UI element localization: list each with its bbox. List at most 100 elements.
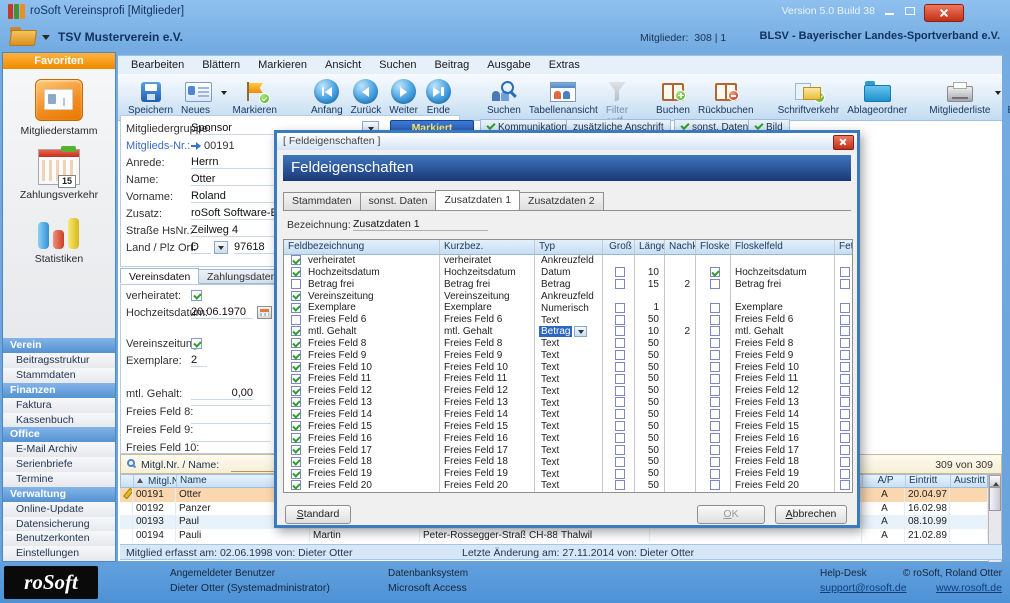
cell-typ[interactable]: Text [534, 433, 602, 445]
member-list-button[interactable]: Mitgliederliste [925, 77, 994, 117]
helpdesk-link[interactable]: support@rosoft.de [820, 582, 907, 594]
field-row[interactable]: Freies Feld 13 Freies Feld 13 Text 50 Fr… [284, 397, 852, 409]
cell-typ[interactable]: Text [534, 480, 602, 492]
fett-checkbox[interactable] [840, 303, 850, 313]
cancel-button[interactable]: Abbrechen [775, 505, 847, 524]
fett-checkbox[interactable] [840, 315, 850, 325]
menu-item[interactable]: Ansicht [316, 59, 370, 71]
calendar-picker-button[interactable] [257, 306, 272, 319]
floskel-checkbox[interactable] [710, 326, 720, 336]
cell-typ[interactable]: Text [534, 456, 602, 468]
field-row[interactable]: Freies Feld 9 Freies Feld 9 Text 50 Frei… [284, 350, 852, 362]
last-record-button[interactable]: Ende [422, 77, 455, 117]
freies-feld-10-field[interactable] [191, 441, 271, 442]
field-enabled-checkbox[interactable] [291, 397, 301, 407]
club-folder-icon[interactable] [10, 27, 34, 44]
gross-checkbox[interactable] [615, 279, 625, 289]
verheiratet-checkbox[interactable] [191, 290, 202, 301]
cell-typ[interactable]: Text [534, 373, 602, 385]
table-view-button[interactable]: Tabellenansicht [525, 77, 602, 117]
field-enabled-checkbox[interactable] [291, 279, 301, 289]
cell-typ[interactable]: Text [534, 445, 602, 457]
floskel-checkbox[interactable] [710, 279, 720, 289]
land-dropdown-button[interactable] [214, 241, 228, 254]
hochzeitsdatum-field[interactable]: 20.06.1970 [191, 306, 253, 319]
field-enabled-checkbox[interactable] [291, 291, 301, 301]
gross-checkbox[interactable] [615, 374, 625, 384]
gross-checkbox[interactable] [615, 350, 625, 360]
field-row[interactable]: Freies Feld 12 Freies Feld 12 Text 50 Fr… [284, 385, 852, 397]
sidebar-item-zahlungsverkehr[interactable]: 15 Zahlungsverkehr [20, 149, 98, 201]
cell-typ[interactable]: Text [534, 397, 602, 409]
sidebar-item[interactable]: Benutzerkonten [3, 531, 115, 546]
cell-typ[interactable]: Text [534, 338, 602, 350]
field-enabled-checkbox[interactable] [291, 480, 301, 490]
cell-typ[interactable]: Text [534, 314, 602, 326]
correspondence-button[interactable]: Schriftverkehr [774, 77, 844, 117]
sidebar-item[interactable]: Stammdaten [3, 368, 115, 383]
field-row[interactable]: Exemplare Exemplare Numerisch 1 Exemplar… [284, 302, 852, 314]
fett-checkbox[interactable] [840, 350, 850, 360]
fett-checkbox[interactable] [840, 374, 850, 384]
fett-checkbox[interactable] [840, 421, 850, 431]
floskel-checkbox[interactable] [710, 397, 720, 407]
fett-checkbox[interactable] [840, 397, 850, 407]
fett-checkbox[interactable] [840, 433, 850, 443]
fett-checkbox[interactable] [840, 445, 850, 455]
gross-checkbox[interactable] [615, 433, 625, 443]
floskel-checkbox[interactable] [710, 421, 720, 431]
floskel-checkbox[interactable] [710, 445, 720, 455]
fett-checkbox[interactable] [840, 457, 850, 467]
unbook-button[interactable]: Rückbuchen [694, 77, 758, 117]
sidebar-item[interactable]: Beitragsstruktur [3, 353, 115, 368]
minimize-button[interactable] [882, 4, 898, 18]
dialog-close-button[interactable] [833, 135, 854, 150]
fett-checkbox[interactable] [840, 480, 850, 490]
field-row[interactable]: Freies Feld 18 Freies Feld 18 Text 50 Fr… [284, 456, 852, 468]
fett-checkbox[interactable] [840, 386, 850, 396]
fett-checkbox[interactable] [840, 279, 850, 289]
sidebar-item[interactable]: Datensicherung [3, 517, 115, 532]
menu-item[interactable]: Blättern [193, 59, 249, 71]
sidebar-item[interactable]: Serienbriefe [3, 457, 115, 472]
field-enabled-checkbox[interactable] [291, 303, 301, 313]
menu-item[interactable]: Beitrag [425, 59, 478, 71]
sidebar-item[interactable]: Online-Update [3, 502, 115, 517]
scroll-thumb[interactable] [989, 487, 1001, 511]
floskel-checkbox[interactable] [710, 374, 720, 384]
maximize-button[interactable] [902, 4, 918, 18]
field-enabled-checkbox[interactable] [291, 362, 301, 372]
sidebar-item[interactable]: Kassenbuch [3, 413, 115, 428]
floskel-checkbox[interactable] [710, 338, 720, 348]
exit-button[interactable]: Beenden [1003, 77, 1010, 117]
menu-item[interactable]: Markieren [249, 59, 316, 71]
gross-checkbox[interactable] [615, 421, 625, 431]
member-list-dropdown-caret-icon[interactable] [995, 91, 1001, 98]
field-row[interactable]: Freies Feld 6 Freies Feld 6 Text 50 Frei… [284, 314, 852, 326]
prev-record-button[interactable]: Zurück [347, 77, 386, 117]
cell-typ[interactable]: Numerisch [534, 302, 602, 314]
book-button[interactable]: Buchen [652, 77, 694, 117]
freies-feld-9-field[interactable] [191, 423, 271, 424]
field-enabled-checkbox[interactable] [291, 374, 301, 384]
menu-item[interactable]: Ausgabe [478, 59, 539, 71]
floskel-checkbox[interactable] [710, 350, 720, 360]
field-enabled-checkbox[interactable] [291, 386, 301, 396]
field-enabled-checkbox[interactable] [291, 315, 301, 325]
field-enabled-checkbox[interactable] [291, 433, 301, 443]
field-enabled-checkbox[interactable] [291, 255, 301, 265]
field-row[interactable]: Freies Feld 19 Freies Feld 19 Text 50 Fr… [284, 468, 852, 480]
field-row[interactable]: Freies Feld 15 Freies Feld 15 Text 50 Fr… [284, 421, 852, 433]
field-enabled-checkbox[interactable] [291, 350, 301, 360]
menu-item[interactable]: Bearbeiten [122, 59, 193, 71]
field-row[interactable]: Freies Feld 16 Freies Feld 16 Text 50 Fr… [284, 433, 852, 445]
website-link[interactable]: www.rosoft.de [936, 582, 1002, 594]
header-cell-eintritt[interactable]: Eintritt [906, 475, 951, 487]
cell-typ[interactable]: Text [534, 350, 602, 362]
field-row[interactable]: Betrag frei Betrag frei Betrag 15 2 Betr… [284, 279, 852, 291]
close-button[interactable] [924, 4, 964, 22]
sidebar-item-mitgliederstamm[interactable]: Mitgliederstamm [20, 79, 97, 137]
gross-checkbox[interactable] [615, 409, 625, 419]
cell-typ[interactable]: Ankreuzfeld [534, 291, 602, 303]
bezeichnung-input[interactable]: Zusatzdaten 1 [353, 218, 488, 231]
